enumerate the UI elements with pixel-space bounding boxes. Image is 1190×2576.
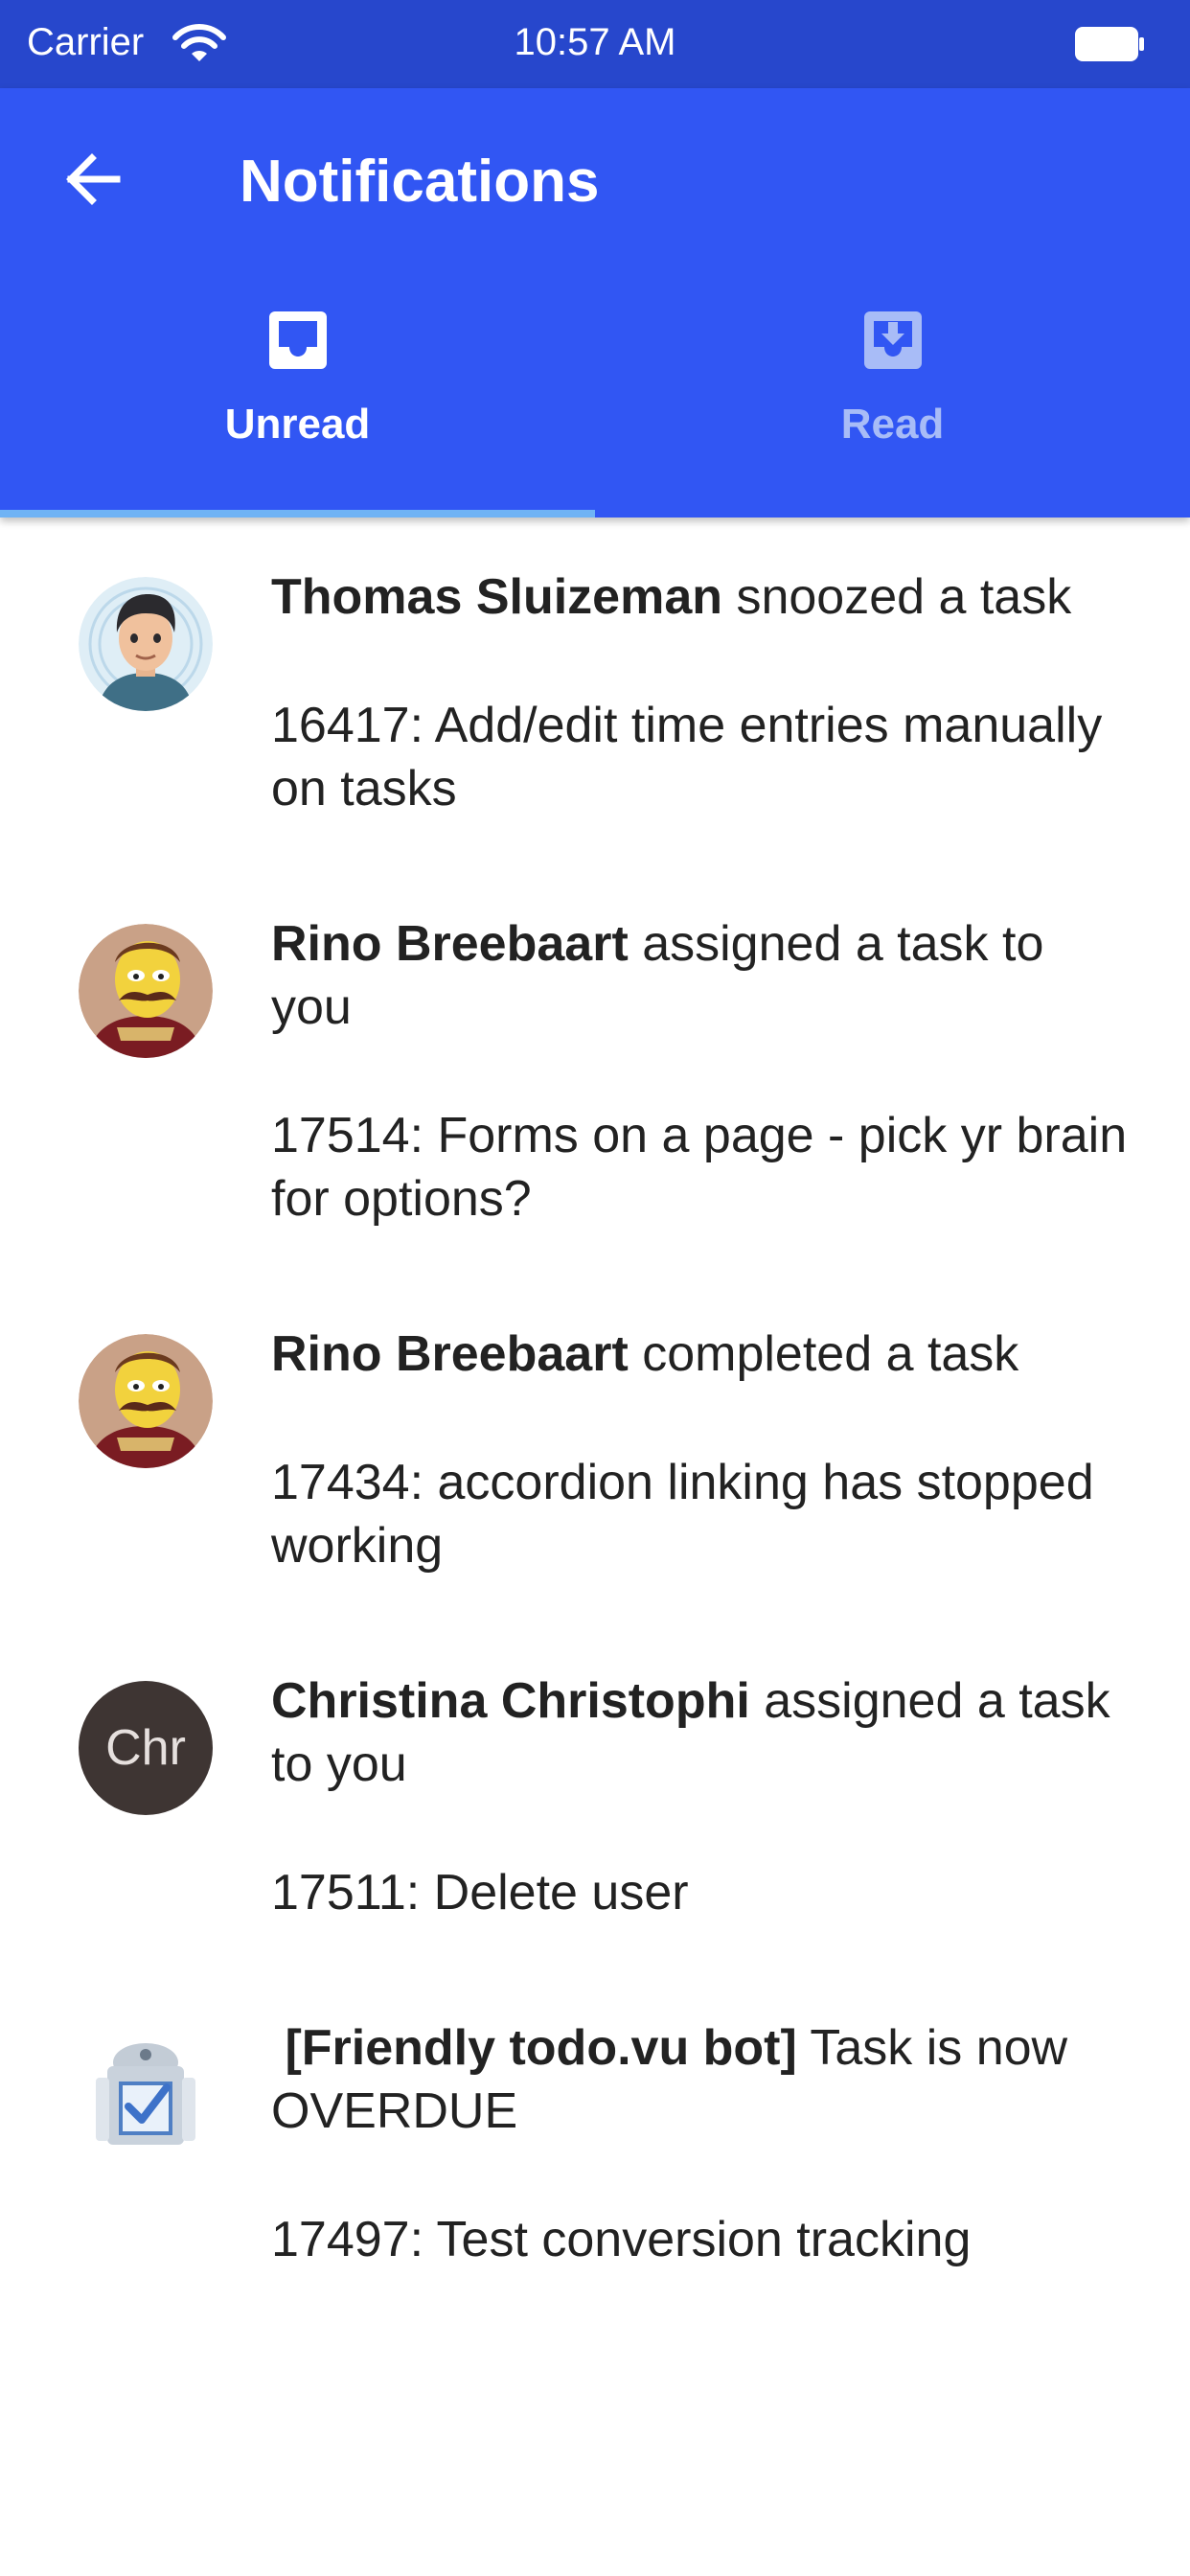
- actor-name: Rino Breebaart: [271, 916, 629, 972]
- cartoon-mustache-avatar: [79, 924, 213, 1058]
- clock: 10:57 AM: [514, 21, 676, 63]
- cartoon-mustache-avatar: [79, 1334, 213, 1468]
- task-title: 16417: Add/edit time entries manually on…: [271, 698, 1103, 816]
- action-text: snoozed a task: [722, 569, 1072, 625]
- notification-text: Rino Breebaart assigned a task to you 17…: [271, 912, 1133, 1230]
- notification-text: Christina Christophi assigned a task to …: [271, 1669, 1133, 1924]
- task-title: 17434: accordion linking has stopped wor…: [271, 1455, 1094, 1574]
- notification-headline: Rino Breebaart assigned a task to you: [271, 912, 1133, 1039]
- task-title: 17514: Forms on a page - pick yr brain f…: [271, 1108, 1128, 1227]
- actor-name: [Friendly todo.vu bot]: [271, 2020, 797, 2076]
- inbox-icon: [269, 311, 327, 369]
- task-title: 17497: Test conversion tracking: [271, 2212, 972, 2267]
- notification-text: [Friendly todo.vu bot] Task is now OVERD…: [271, 2016, 1133, 2271]
- back-arrow-icon[interactable]: [57, 144, 128, 215]
- initials-avatar: Chr: [79, 1681, 213, 1815]
- actor-name: Christina Christophi: [271, 1673, 750, 1729]
- actor-name: Rino Breebaart: [271, 1326, 629, 1382]
- notification-headline: [Friendly todo.vu bot] Task is now OVERD…: [271, 2016, 1133, 2143]
- cartoon-man-avatar: [79, 577, 213, 711]
- notification-headline: Rino Breebaart completed a task: [271, 1322, 1133, 1386]
- action-text: completed a task: [628, 1326, 1019, 1382]
- notification-headline: Christina Christophi assigned a task to …: [271, 1669, 1133, 1796]
- tab-label-unread: Unread: [224, 401, 371, 448]
- archive-download-icon: [864, 311, 922, 369]
- notification-text: Rino Breebaart completed a task 17434: a…: [271, 1322, 1133, 1577]
- battery-icon: [1075, 27, 1144, 61]
- robot-avatar: [79, 2028, 213, 2162]
- task-title: 17511: Delete user: [271, 1865, 689, 1920]
- status-bar: Carrier 10:57 AM: [0, 0, 1190, 88]
- actor-name: Thomas Sluizeman: [271, 569, 722, 625]
- page-title: Notifications: [240, 149, 600, 215]
- notification-headline: Thomas Sluizeman snoozed a task: [271, 565, 1133, 629]
- tab-label-read: Read: [840, 401, 945, 448]
- selected-tab-indicator: [0, 510, 595, 518]
- tab-read[interactable]: Read: [595, 309, 1190, 518]
- notification-text: Thomas Sluizeman snoozed a task 16417: A…: [271, 565, 1133, 820]
- app-bar: Notifications Unread Read: [0, 88, 1190, 518]
- tab-unread[interactable]: Unread: [0, 309, 595, 518]
